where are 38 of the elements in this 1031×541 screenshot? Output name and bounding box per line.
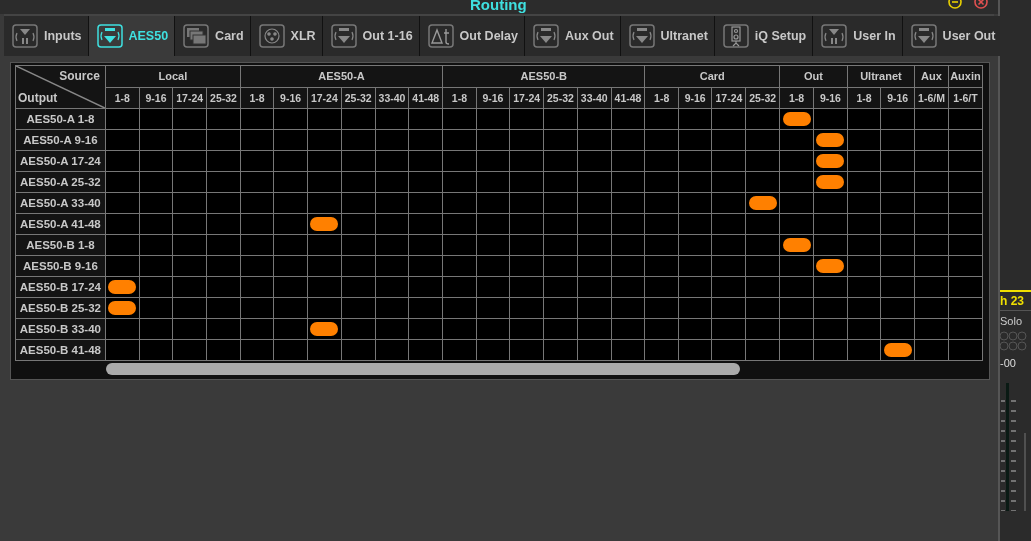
row-header: AES50-B 25-32 xyxy=(15,297,106,319)
channel-name: h 23 xyxy=(1000,290,1031,311)
group-header: Card xyxy=(644,65,780,87)
group-header: Aux xyxy=(914,65,949,87)
output-icon xyxy=(628,24,655,48)
cards-icon xyxy=(183,24,210,48)
row-header: AES50-B 41-48 xyxy=(15,339,106,361)
scrollbar-thumb[interactable] xyxy=(106,363,740,375)
connector-icon xyxy=(258,24,285,48)
source-label: Source xyxy=(59,69,100,83)
group-header: Local xyxy=(105,65,241,87)
row-header: AES50-A 41-48 xyxy=(15,213,106,235)
row-header: AES50-B 33-40 xyxy=(15,318,106,340)
row-header: AES50-A 33-40 xyxy=(15,192,106,214)
output-icon xyxy=(330,24,357,48)
group-header: AES50-B xyxy=(442,65,645,87)
row-header: AES50-B 1-8 xyxy=(15,234,106,256)
row-header: AES50-A 1-8 xyxy=(15,108,106,130)
output-icon xyxy=(96,24,123,48)
delta-t-icon xyxy=(427,24,454,48)
row-header: AES50-B 9-16 xyxy=(15,255,106,277)
row-header: AES50-A 25-32 xyxy=(15,171,106,193)
output-icon xyxy=(910,24,937,48)
input-icon xyxy=(12,24,38,48)
group-header: Auxin xyxy=(948,65,983,87)
output-icon xyxy=(532,24,559,48)
tab[interactable]: AES50 xyxy=(88,16,176,56)
solo-label: Solo xyxy=(1000,314,1024,329)
group-header: Ultranet xyxy=(847,65,915,87)
gain-reading: -00 xyxy=(1000,356,1017,371)
group-header: Out xyxy=(779,65,848,87)
group-header: AES50-A xyxy=(240,65,443,87)
input-icon xyxy=(821,24,848,48)
speaker-icon xyxy=(722,24,749,48)
row-header: AES50-A 17-24 xyxy=(15,150,106,172)
row-header: AES50-B 17-24 xyxy=(15,276,106,298)
output-label: Output xyxy=(18,91,58,105)
row-header: AES50-A 9-16 xyxy=(15,129,106,151)
